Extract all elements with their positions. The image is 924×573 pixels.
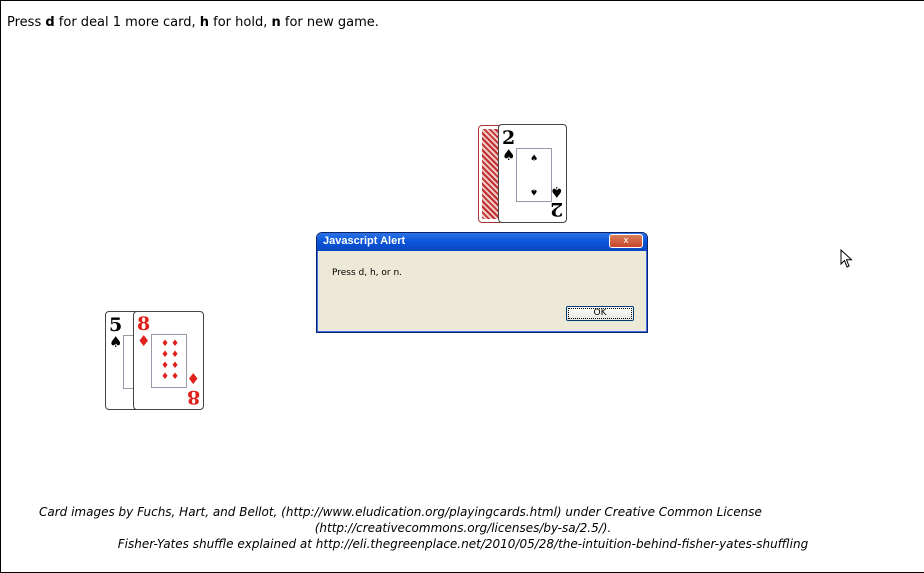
diamond-pip-icon: ♦ <box>171 339 180 349</box>
card-suit-icon: ♠ <box>549 183 563 201</box>
diamond-pip-icon: ♦ <box>171 372 180 382</box>
credits-line-3: Fisher-Yates shuffle explained at http:/… <box>117 537 809 551</box>
alert-message: Press d, h, or n. <box>332 268 403 278</box>
spade-pip-icon: ♠ <box>530 186 539 196</box>
diamond-pip-icon: ♦ <box>171 350 180 360</box>
spade-pip-icon: ♠ <box>530 154 539 164</box>
diamond-pip-icon: ♦ <box>171 361 180 371</box>
credits-line-1: Card images by Fuchs, Hart, and Bellot, … <box>39 505 762 519</box>
close-button[interactable]: x <box>609 234 643 248</box>
instructions-text: Press d for deal 1 more card, h for hold… <box>7 15 379 30</box>
credits-line-2: (http://creativecommons.org/licenses/by-… <box>314 521 612 535</box>
ok-button[interactable]: OK <box>566 306 634 321</box>
player-card-8-diamonds: 8 ♦ ♦ ♦ ♦ ♦ ♦ ♦ ♦ ♦ ♦ 8 <box>133 311 204 410</box>
game-page: Press d for deal 1 more card, h for hold… <box>0 0 924 573</box>
instructions-hold: for hold, <box>209 15 272 30</box>
instructions-new: for new game. <box>280 15 379 30</box>
key-deal: d <box>45 15 55 30</box>
instructions-deal: for deal 1 more card, <box>54 15 200 30</box>
diamond-pip-icon: ♦ <box>161 350 170 360</box>
javascript-alert-dialog: Javascript Alert x Press d, h, or n. OK <box>316 232 648 333</box>
diamond-pip-icon: ♦ <box>161 339 170 349</box>
diamond-pip-icon: ♦ <box>161 372 170 382</box>
card-suit-icon: ♦ <box>186 370 200 388</box>
card-rank: 2 <box>549 198 563 220</box>
card-face-frame: ♠ ♠ <box>516 148 552 202</box>
diamond-pip-icon: ♦ <box>161 361 170 371</box>
key-new: n <box>271 15 281 30</box>
key-hold: h <box>199 15 209 30</box>
card-suit-icon: ♦ <box>137 332 151 350</box>
card-rank: 8 <box>186 386 200 408</box>
dialog-title: Javascript Alert <box>323 235 406 247</box>
dealer-card-2-spades: 2 ♠ ♠ ♠ ♠ 2 <box>498 124 567 223</box>
mouse-pointer-icon <box>840 249 853 268</box>
card-suit-icon: ♠ <box>502 146 516 164</box>
instructions-prefix: Press <box>7 15 46 30</box>
dialog-titlebar[interactable]: Javascript Alert x <box>317 233 647 251</box>
card-face-frame: ♦ ♦ ♦ ♦ ♦ ♦ ♦ ♦ <box>151 334 187 388</box>
card-suit-icon: ♠ <box>109 333 123 351</box>
